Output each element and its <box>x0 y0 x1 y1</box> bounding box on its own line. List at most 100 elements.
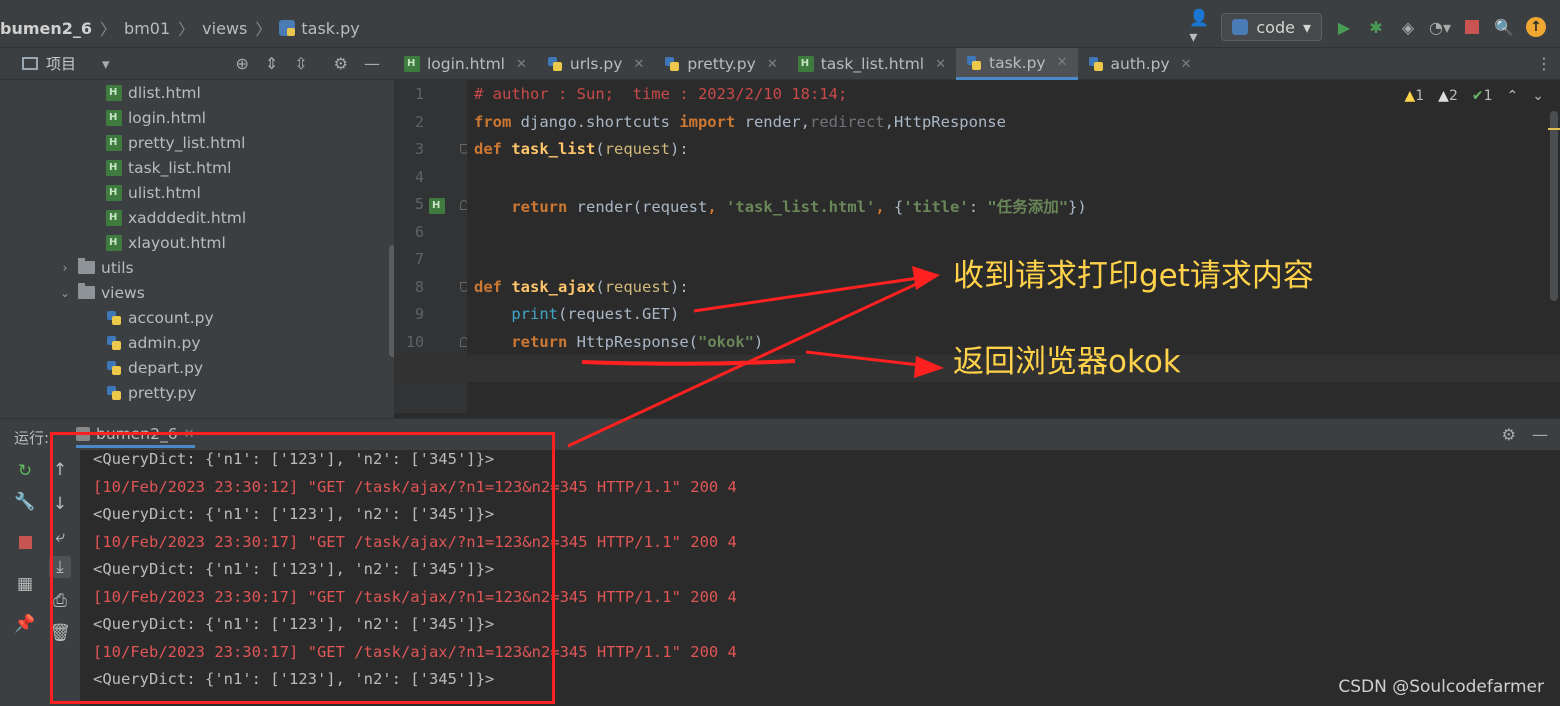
warning-count-value: 1 <box>1415 88 1425 104</box>
tree-item-ulist[interactable]: ulist.html <box>106 180 201 205</box>
gear-icon[interactable]: ⚙ <box>1502 425 1516 444</box>
tab-task-list-html[interactable]: task_list.html ✕ <box>788 48 956 80</box>
tree-item-label: views <box>101 283 145 302</box>
layout-icon[interactable]: ▦ <box>14 573 36 595</box>
search-icon[interactable]: 🔍 <box>1494 17 1514 37</box>
tree-item-login[interactable]: login.html <box>106 105 206 130</box>
tree-item-depart[interactable]: depart.py <box>106 355 203 380</box>
warning-count[interactable]: ▲1 <box>1404 88 1424 104</box>
folder-icon <box>78 258 95 274</box>
tab-login-html[interactable]: login.html ✕ <box>394 48 537 80</box>
run-config-select[interactable]: code ▾ <box>1221 13 1322 41</box>
chevron-down-icon[interactable]: ⌄ <box>58 286 72 300</box>
chevron-right-icon[interactable]: › <box>58 261 72 275</box>
html-file-icon <box>106 109 122 126</box>
run-icon[interactable]: ▶ <box>1334 17 1354 37</box>
tab-auth-py[interactable]: auth.py ✕ <box>1078 48 1202 80</box>
chevron-up-icon[interactable]: ⌃ <box>1507 88 1519 104</box>
stop-icon[interactable] <box>14 531 36 553</box>
python-file-icon <box>664 56 680 72</box>
code-line-3: def task_list(request): <box>474 140 689 158</box>
line-number: 10 <box>405 333 424 351</box>
line-number: 6 <box>414 223 424 241</box>
coverage-icon[interactable]: ◈ <box>1398 17 1418 37</box>
close-icon[interactable]: ✕ <box>633 57 644 72</box>
chevron-down-icon[interactable]: ⌄ <box>1532 88 1544 104</box>
python-file-icon <box>106 385 122 401</box>
function-name: task_list <box>511 140 596 158</box>
minimize-icon[interactable]: — <box>364 54 380 73</box>
tree-item-xlayout[interactable]: xlayout.html <box>106 230 226 255</box>
tree-item-label: admin.py <box>128 333 201 352</box>
tree-item-label: xadddedit.html <box>128 208 247 227</box>
comment: # author : Sun; time : 2023/2/10 18:14; <box>474 85 848 103</box>
weak-warning-count-value: 2 <box>1448 88 1458 104</box>
tree-item-task-list[interactable]: task_list.html <box>106 155 231 180</box>
python-icon <box>1232 19 1249 35</box>
keyword: def <box>474 140 502 158</box>
chevron-down-icon[interactable]: ▾ <box>102 55 110 73</box>
html-template-gutter-icon[interactable] <box>429 198 445 214</box>
breadcrumb-project[interactable]: bumen2_6 <box>0 19 92 38</box>
function-name: task_ajax <box>511 278 596 296</box>
minimize-icon[interactable]: — <box>1532 425 1548 444</box>
call-name: render <box>576 198 633 216</box>
tree-item-label: utils <box>101 258 134 277</box>
parameter: request <box>604 140 671 158</box>
tab-label: urls.py <box>569 55 623 73</box>
update-icon[interactable]: ↑ <box>1526 17 1546 37</box>
project-icon <box>22 57 38 70</box>
tree-folder-utils[interactable]: › utils <box>58 255 134 280</box>
close-icon[interactable]: ✕ <box>1057 55 1068 70</box>
tree-item-xadddedit[interactable]: xadddedit.html <box>106 205 246 230</box>
expand-all-icon[interactable]: ⇕ <box>265 54 278 73</box>
tree-item-dlist[interactable]: dlist.html <box>106 80 201 105</box>
rerun-icon[interactable]: ↻ <box>14 460 36 482</box>
run-config-label: code <box>1256 17 1295 37</box>
stop-icon[interactable] <box>1462 17 1482 37</box>
tree-folder-views[interactable]: ⌄ views <box>58 280 145 305</box>
tab-task-py[interactable]: task.py ✕ <box>956 48 1078 80</box>
debug-icon[interactable]: ✱ <box>1366 17 1386 37</box>
watermark: CSDN @Soulcodefarmer <box>1338 677 1544 697</box>
project-tree: dlist.html login.html pretty_list.html t… <box>6 80 394 418</box>
python-file-icon <box>966 55 982 71</box>
user-icon[interactable]: 👤▾ <box>1189 8 1209 46</box>
tree-item-pretty[interactable]: pretty.py <box>106 380 196 405</box>
more-icon[interactable]: ⋮ <box>1536 54 1552 73</box>
tab-label: pretty.py <box>687 55 756 73</box>
locate-icon[interactable]: ⊕ <box>235 54 248 73</box>
code-line-5: return render(request, 'task_list.html',… <box>511 198 1087 216</box>
collapse-all-icon[interactable]: ⇳ <box>294 54 307 73</box>
wrench-icon[interactable]: 🔧 <box>14 491 36 513</box>
scrollbar-warning-marker[interactable] <box>1548 128 1560 130</box>
tree-item-account[interactable]: account.py <box>106 305 214 330</box>
breadcrumb-folder-views[interactable]: views <box>202 19 247 38</box>
typo-count-value: 1 <box>1483 88 1493 104</box>
close-icon[interactable]: ✕ <box>767 57 778 72</box>
breadcrumb-file[interactable]: task.py <box>301 19 359 38</box>
tree-item-label: dlist.html <box>128 83 201 102</box>
tree-item-label: ulist.html <box>128 183 201 202</box>
breadcrumb-separator: 〉 <box>178 20 195 39</box>
breadcrumb-separator: 〉 <box>255 20 272 39</box>
close-icon[interactable]: ✕ <box>516 57 527 72</box>
run-panel-label: 运行: <box>14 429 50 447</box>
warning-icon: ▲ <box>1404 88 1416 104</box>
close-icon[interactable]: ✕ <box>1181 57 1192 72</box>
tree-item-admin[interactable]: admin.py <box>106 330 201 355</box>
line-number: 2 <box>414 113 424 131</box>
tree-item-pretty-list[interactable]: pretty_list.html <box>106 130 245 155</box>
weak-warning-count[interactable]: ▲2 <box>1438 88 1458 104</box>
pin-icon[interactable]: 📌 <box>14 613 36 635</box>
breadcrumb-folder-bm01[interactable]: bm01 <box>124 19 170 38</box>
tab-urls-py[interactable]: urls.py ✕ <box>537 48 654 80</box>
close-icon[interactable]: ✕ <box>935 57 946 72</box>
editor-scrollbar[interactable] <box>1550 111 1558 301</box>
profile-icon[interactable]: ◔▾ <box>1429 17 1451 37</box>
inspection-widget[interactable]: ▲1 ▲2 ✔1 ⌃ ⌄ <box>1404 88 1544 104</box>
tab-pretty-py[interactable]: pretty.py ✕ <box>654 48 787 80</box>
typo-count[interactable]: ✔1 <box>1472 88 1493 104</box>
module-name: django.shortcuts <box>511 113 680 131</box>
gear-icon[interactable]: ⚙ <box>334 54 348 73</box>
